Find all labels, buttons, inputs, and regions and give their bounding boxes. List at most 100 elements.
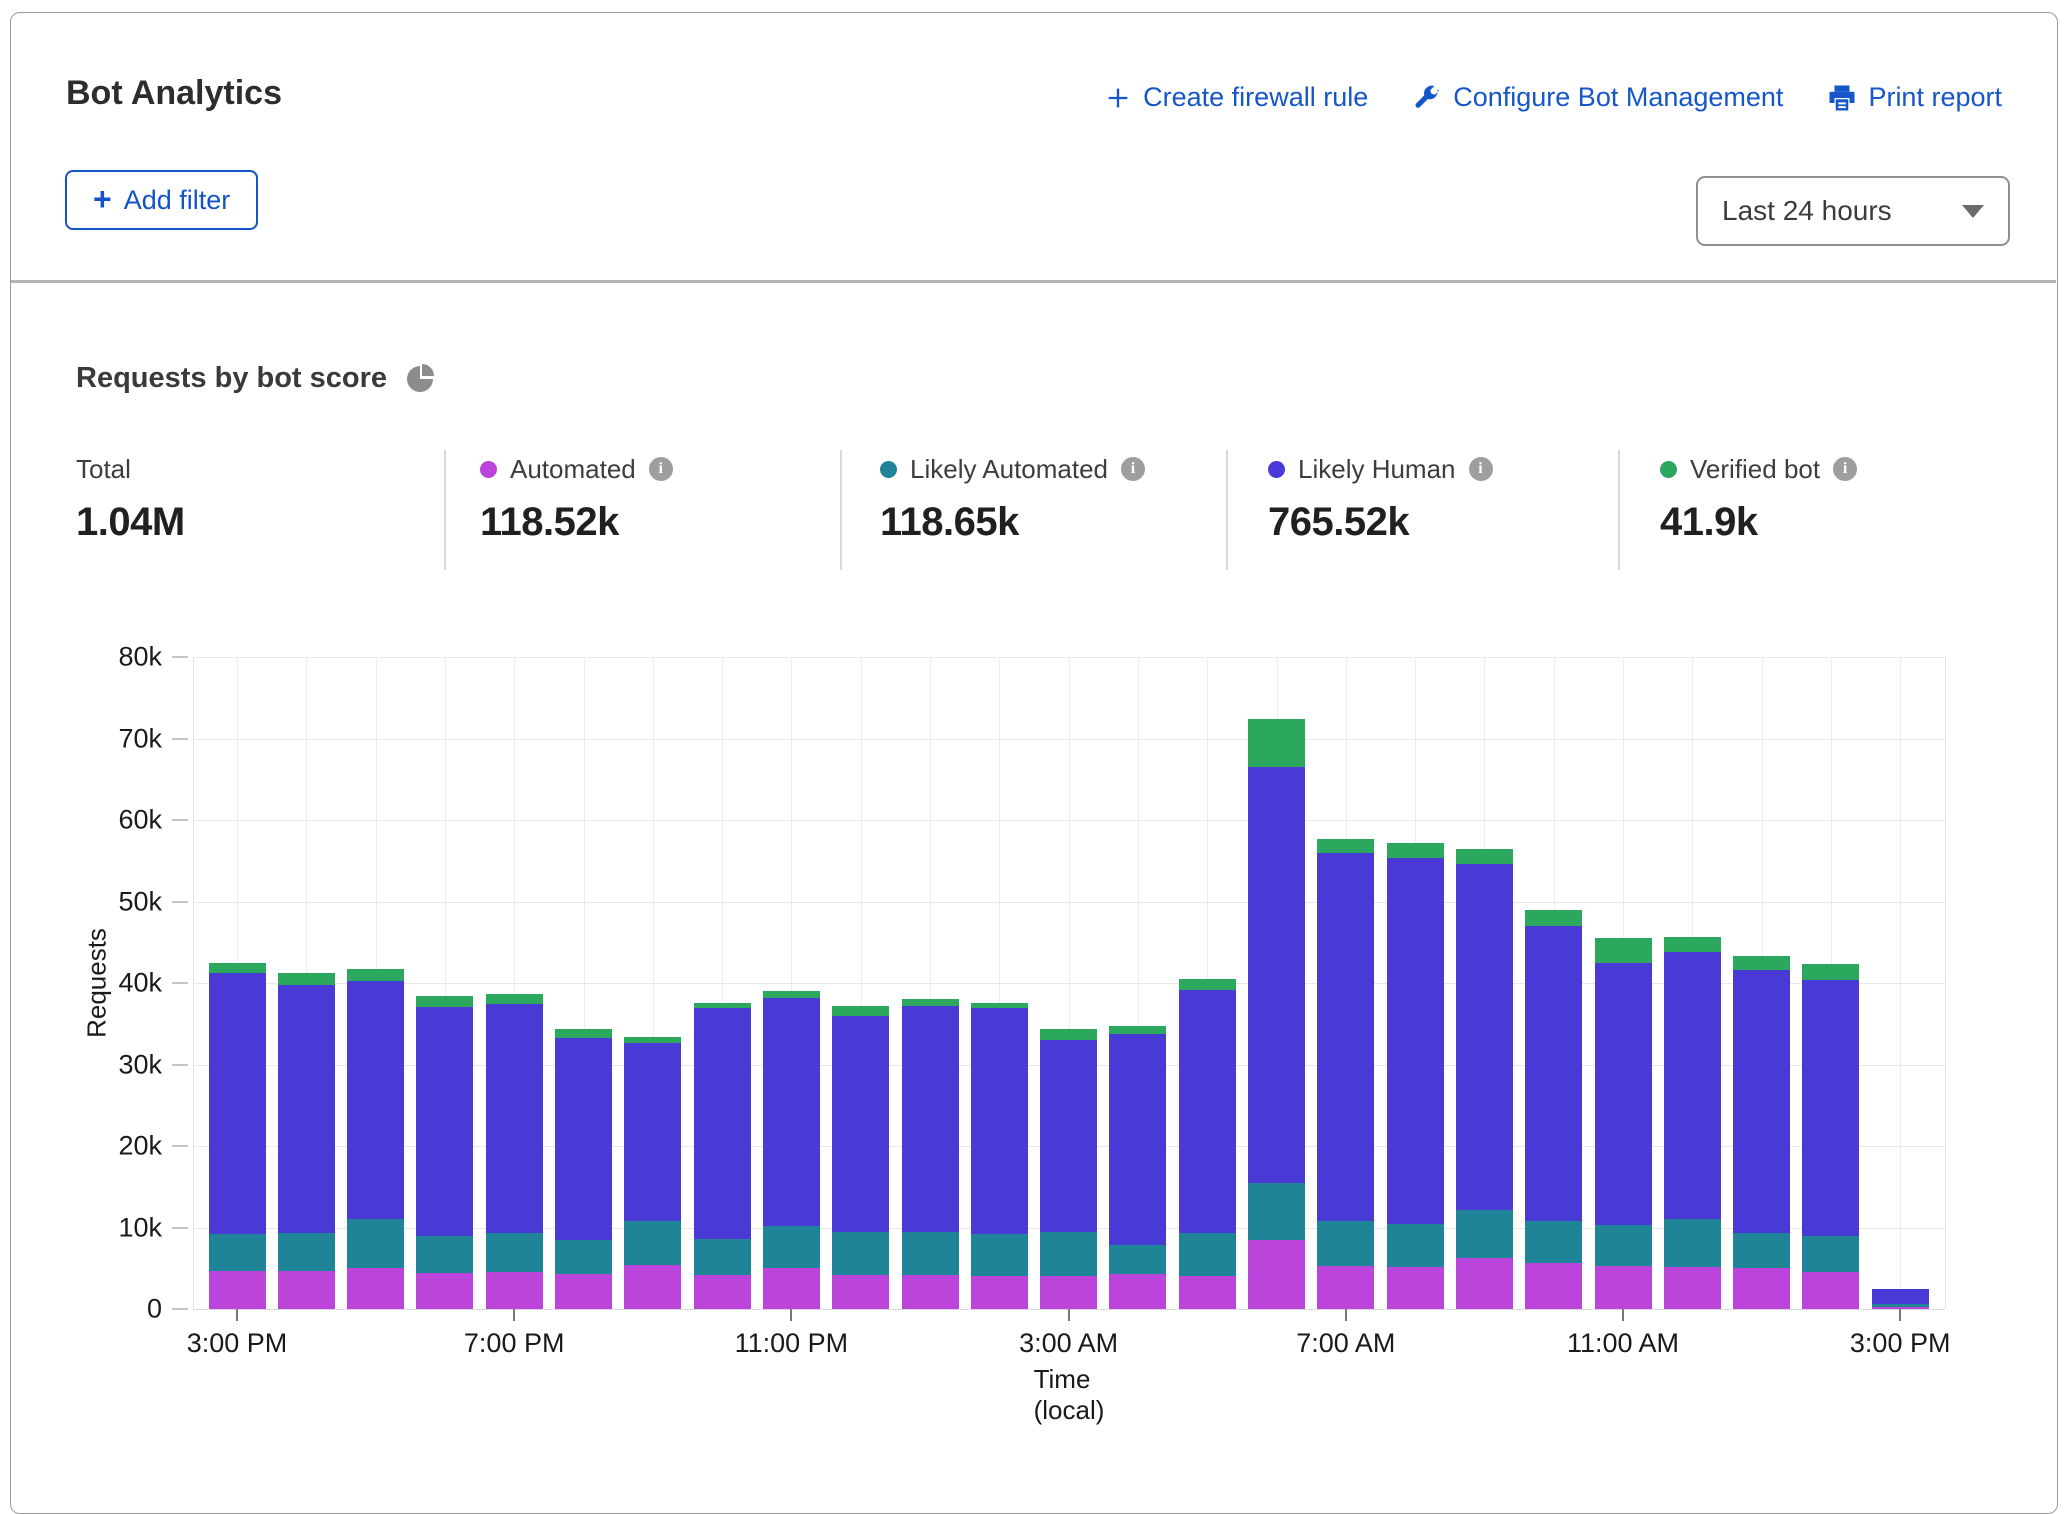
segment-likely-automated — [971, 1234, 1028, 1276]
segment-verified-bot — [1109, 1026, 1166, 1034]
segment-automated — [832, 1275, 889, 1309]
segment-likely-automated — [1387, 1224, 1444, 1267]
chevron-down-icon — [1962, 205, 1984, 218]
info-icon[interactable]: i — [1833, 457, 1857, 481]
y-axis-tick — [172, 1308, 188, 1310]
stat-value: 118.52k — [480, 500, 840, 545]
x-axis-tick-label: 11:00 PM — [735, 1328, 849, 1359]
stat-automated: Automatedi118.52k — [480, 452, 840, 545]
bar-200am-11[interactable] — [971, 1003, 1028, 1309]
x-axis-tick-label: 3:00 PM — [1850, 1328, 1951, 1359]
segment-verified-bot — [1179, 979, 1236, 990]
bar-600am-15[interactable] — [1248, 719, 1305, 1309]
bar-900am-18[interactable] — [1456, 849, 1513, 1309]
info-icon[interactable]: i — [649, 457, 673, 481]
bar-1100am-20[interactable] — [1595, 938, 1652, 1309]
segment-verified-bot — [209, 963, 266, 974]
bar-700pm-4[interactable] — [486, 994, 543, 1309]
bar-900pm-6[interactable] — [624, 1037, 681, 1309]
stat-label: Verified bot — [1690, 454, 1820, 485]
x-axis-tick — [1899, 1309, 1901, 1321]
section-title: Requests by bot score — [76, 362, 387, 395]
create-firewall-rule-link[interactable]: Create firewall rule — [1104, 82, 1368, 113]
x-axis-tick-label: 7:00 AM — [1296, 1328, 1395, 1359]
header-divider — [11, 280, 2056, 283]
printer-icon — [1827, 83, 1857, 113]
bar-1100pm-8[interactable] — [763, 991, 820, 1309]
segment-likely-human — [1317, 853, 1374, 1221]
x-axis-tick — [790, 1309, 792, 1321]
x-axis-tick — [236, 1309, 238, 1321]
segment-likely-automated — [1248, 1183, 1305, 1239]
segment-likely-human — [902, 1006, 959, 1233]
bar-300pm-24[interactable] — [1872, 1289, 1929, 1309]
segment-likely-human — [1456, 864, 1513, 1210]
segment-automated — [1109, 1274, 1166, 1309]
bar-800am-17[interactable] — [1387, 843, 1444, 1309]
segment-likely-automated — [694, 1239, 751, 1275]
y-axis-tick — [172, 982, 188, 984]
segment-verified-bot — [555, 1029, 612, 1037]
y-axis-tick — [172, 738, 188, 740]
segment-automated — [347, 1268, 404, 1309]
time-range-value: Last 24 hours — [1722, 195, 1892, 227]
bar-1000am-19[interactable] — [1525, 910, 1582, 1309]
segment-likely-automated — [1179, 1233, 1236, 1276]
info-icon[interactable]: i — [1121, 457, 1145, 481]
stat-label: Total — [76, 454, 131, 485]
segment-likely-automated — [278, 1233, 335, 1270]
segment-automated — [278, 1271, 335, 1309]
bar-700am-16[interactable] — [1317, 839, 1374, 1309]
stat-divider — [1226, 450, 1228, 570]
stat-value: 765.52k — [1268, 500, 1628, 545]
info-icon[interactable]: i — [1469, 457, 1493, 481]
segment-automated — [1040, 1276, 1097, 1309]
x-axis-tick — [1068, 1309, 1070, 1321]
bar-800pm-5[interactable] — [555, 1029, 612, 1309]
add-filter-button[interactable]: + Add filter — [65, 170, 258, 230]
header-actions: Create firewall rule Configure Bot Manage… — [1104, 82, 2002, 113]
bar-400am-13[interactable] — [1109, 1026, 1166, 1309]
segment-likely-automated — [1109, 1245, 1166, 1274]
bar-300pm-0[interactable] — [209, 963, 266, 1309]
segment-likely-automated — [1040, 1232, 1097, 1276]
time-range-select[interactable]: Last 24 hours — [1696, 176, 2010, 246]
stat-verified-bot: Verified boti41.9k — [1660, 452, 2020, 545]
x-axis-tick — [513, 1309, 515, 1321]
segment-verified-bot — [416, 996, 473, 1007]
bar-300am-12[interactable] — [1040, 1029, 1097, 1309]
bar-100pm-22[interactable] — [1733, 956, 1790, 1309]
bar-1200pm-21[interactable] — [1664, 937, 1721, 1309]
bar-200pm-23[interactable] — [1802, 964, 1859, 1309]
segment-verified-bot — [1664, 937, 1721, 952]
segment-verified-bot — [278, 973, 335, 984]
segment-likely-human — [278, 985, 335, 1234]
bar-600pm-3[interactable] — [416, 996, 473, 1309]
segment-likely-automated — [209, 1234, 266, 1271]
bar-100am-10[interactable] — [902, 998, 959, 1309]
stat-label: Likely Automated — [910, 454, 1108, 485]
bar-500am-14[interactable] — [1179, 979, 1236, 1309]
segment-likely-automated — [555, 1240, 612, 1274]
stat-divider — [444, 450, 446, 570]
segment-likely-automated — [1317, 1221, 1374, 1266]
segment-verified-bot — [1317, 839, 1374, 853]
segment-likely-automated — [624, 1221, 681, 1265]
configure-bot-management-link[interactable]: Configure Bot Management — [1412, 82, 1783, 113]
bar-1200am-9[interactable] — [832, 1006, 889, 1309]
bar-1000pm-7[interactable] — [694, 1003, 751, 1309]
x-axis-tick-label: 7:00 PM — [464, 1328, 565, 1359]
stat-total: Total1.04M — [76, 452, 436, 545]
bar-500pm-2[interactable] — [347, 969, 404, 1309]
segment-verified-bot — [1733, 956, 1790, 970]
y-axis-tick-label: 30k — [60, 1049, 162, 1080]
bar-400pm-1[interactable] — [278, 973, 335, 1309]
print-report-link[interactable]: Print report — [1827, 82, 2002, 113]
segment-verified-bot — [1525, 910, 1582, 925]
create-firewall-rule-label: Create firewall rule — [1143, 82, 1368, 113]
segment-likely-human — [209, 973, 266, 1234]
segment-verified-bot — [1802, 964, 1859, 979]
segment-likely-human — [1525, 926, 1582, 1221]
segment-automated — [1317, 1266, 1374, 1309]
y-axis-tick-label: 70k — [60, 723, 162, 754]
